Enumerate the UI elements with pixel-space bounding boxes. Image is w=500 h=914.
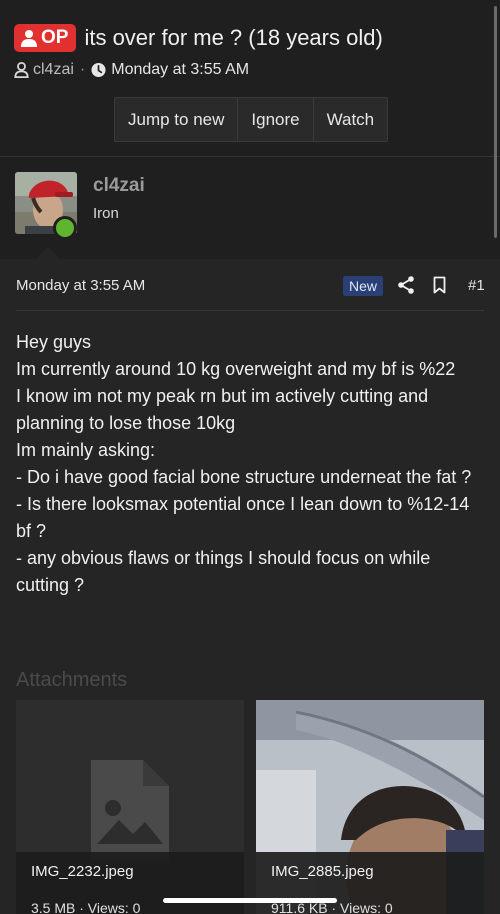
attachments-heading: Attachments (16, 669, 128, 691)
post-header-divider (16, 310, 484, 311)
jump-to-new-button[interactable]: Jump to new (115, 98, 239, 141)
thread-title: its over for me ? (18 years old) (84, 25, 383, 50)
op-badge-label: OP (41, 27, 69, 48)
thread-header: OP its over for me ? (18 years old) cl4z… (0, 0, 500, 156)
scrollbar[interactable] (494, 6, 497, 238)
post-date-link[interactable]: Monday at 3:55 AM (16, 277, 145, 294)
user-rank-title: Iron (93, 205, 119, 222)
clock-icon (91, 62, 106, 78)
user-icon (14, 62, 29, 78)
op-badge: OP (14, 24, 77, 52)
thread-actions: Jump to new Ignore Watch (114, 97, 389, 142)
user-icon (21, 30, 37, 47)
post-line: - Do i have good facial bone structure u… (16, 467, 472, 487)
post-pointer-arrow (36, 247, 60, 259)
new-badge: New (343, 276, 384, 296)
file-image-icon (91, 760, 169, 860)
home-indicator[interactable] (163, 898, 337, 903)
thread-author-link[interactable]: cl4zai (33, 61, 74, 79)
thread-meta: cl4zai · Monday at 3:55 AM (14, 61, 249, 79)
thread-title-row: OP its over for me ? (18 years old) (14, 24, 383, 52)
post-user-block: cl4zai Iron (0, 157, 500, 259)
post-line: - any obvious flaws or things I should f… (16, 548, 431, 595)
attachment-filename[interactable]: IMG_2232.jpeg (31, 863, 134, 880)
attachment-item[interactable]: IMG_2885.jpeg 911.6 KB · Views: 0 (256, 700, 484, 914)
attachment-caption: IMG_2232.jpeg 3.5 MB · Views: 0 (16, 852, 244, 914)
ignore-button[interactable]: Ignore (238, 98, 314, 141)
attachment-filename[interactable]: IMG_2885.jpeg (271, 863, 374, 880)
attachment-caption: IMG_2885.jpeg 911.6 KB · Views: 0 (256, 852, 484, 914)
post-header: Monday at 3:55 AM New #1 (16, 276, 486, 298)
post-line: Im mainly asking: (16, 440, 156, 460)
share-icon[interactable] (398, 276, 414, 294)
watch-button[interactable]: Watch (314, 98, 388, 141)
attachment-item[interactable]: IMG_2232.jpeg 3.5 MB · Views: 0 (16, 700, 244, 914)
post-username[interactable]: cl4zai (93, 175, 145, 197)
post-line: Im currently around 10 kg overweight and… (16, 359, 456, 379)
online-status-dot (53, 216, 77, 240)
post-body: Hey guys Im currently around 10 kg overw… (16, 329, 486, 599)
post-container: Monday at 3:55 AM New #1 Hey guys Im cur… (0, 259, 500, 914)
post-line: Hey guys (16, 332, 92, 352)
meta-separator: · (79, 61, 86, 78)
thread-date-link[interactable]: Monday at 3:55 AM (111, 61, 249, 79)
attachment-meta: 3.5 MB · Views: 0 (31, 900, 141, 914)
post-line: - Is there looksmax potential once I lea… (16, 494, 470, 541)
post-number-link[interactable]: #1 (468, 277, 485, 294)
bookmark-icon[interactable] (433, 276, 446, 294)
post-line: I know im not my peak rn but im actively… (16, 386, 429, 433)
